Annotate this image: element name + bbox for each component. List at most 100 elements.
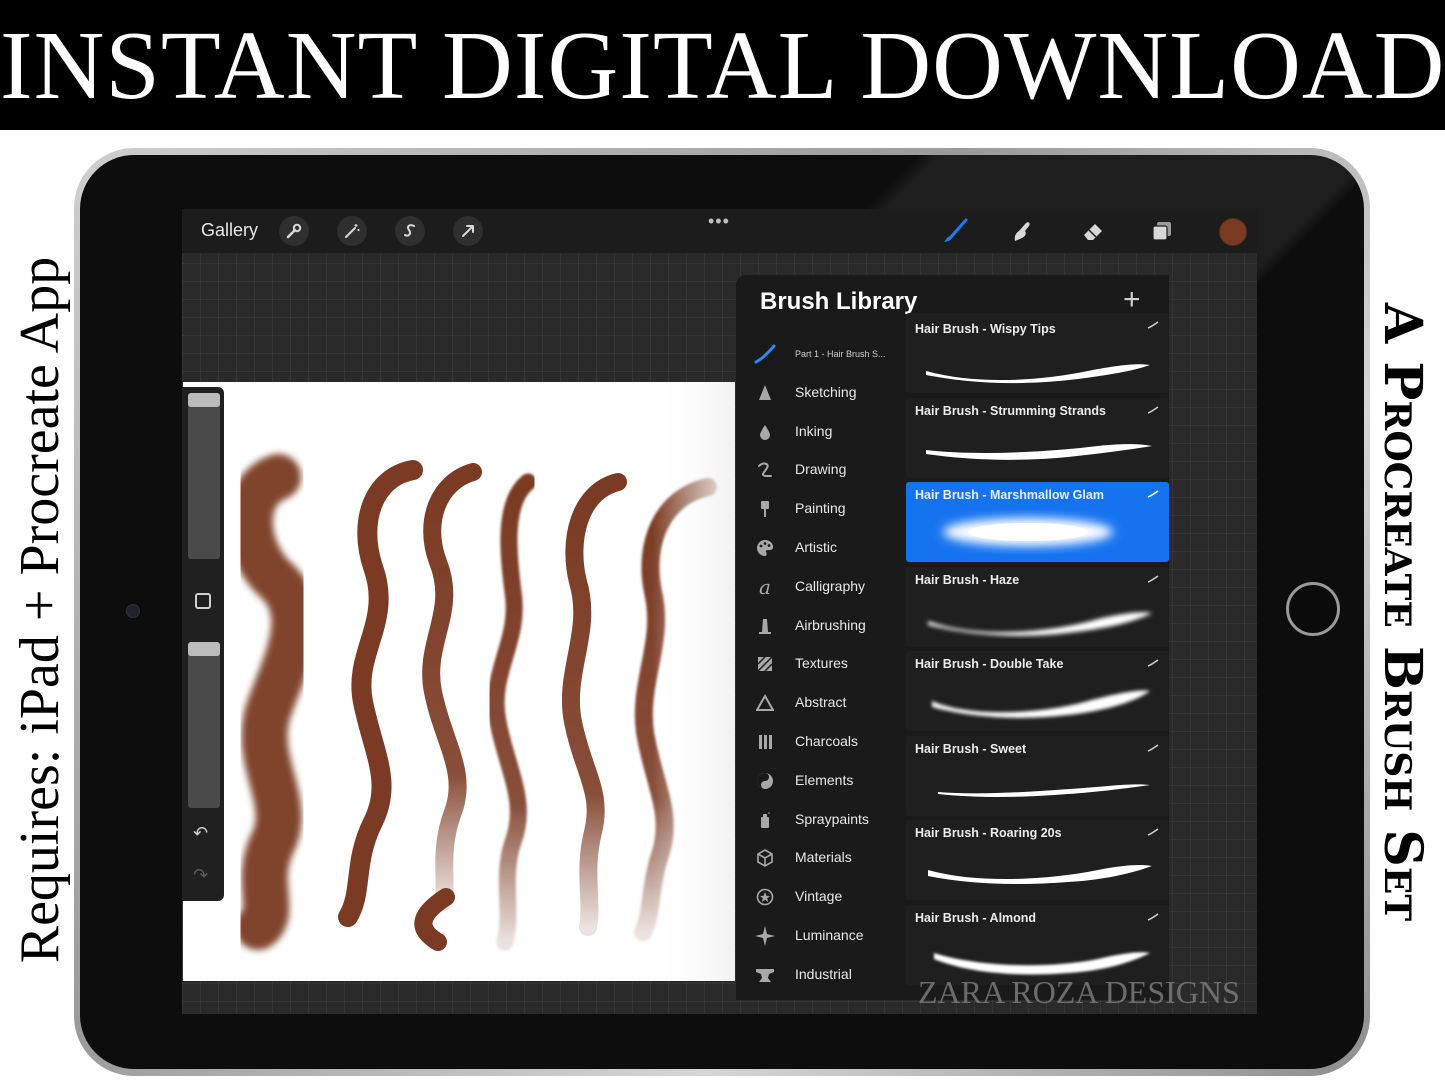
category-label: Luminance: [795, 927, 864, 943]
brush-name: Hair Brush - Marshmallow Glam: [915, 488, 1104, 502]
spray-can-icon: [754, 809, 776, 831]
brush-size-slider[interactable]: [188, 393, 220, 559]
category-item-artistic[interactable]: Artistic: [736, 529, 906, 567]
brush-source-icon: [1147, 828, 1159, 836]
brush-preview: [943, 518, 1113, 546]
brush-preview: [938, 783, 1150, 797]
procreate-screen: Gallery ••• ↶ ↷ Brush Library + Part 1 -…: [182, 209, 1257, 1014]
category-item-charcoals[interactable]: Charcoals: [736, 723, 906, 761]
redo-icon[interactable]: ↷: [193, 865, 208, 886]
drawing-canvas[interactable]: [183, 382, 735, 981]
category-item-inking[interactable]: Inking: [736, 413, 906, 451]
smudge-tool[interactable]: [1008, 216, 1038, 246]
anvil-icon: [754, 964, 776, 986]
opacity-slider[interactable]: [188, 642, 220, 808]
brush-name: Hair Brush - Double Take: [915, 657, 1064, 671]
more-options[interactable]: •••: [708, 211, 730, 232]
modify-button[interactable]: [195, 593, 211, 609]
brush-name: Hair Brush - Strumming Strands: [915, 403, 1106, 418]
category-label: Airbrushing: [795, 616, 866, 633]
brush-list: Hair Brush - Wispy Tips Hair Brush - Str…: [906, 313, 1169, 995]
triangle-icon: [754, 692, 776, 714]
category-item-calligraphy[interactable]: a Calligraphy: [736, 568, 906, 606]
brush-library-panel: Brush Library + Part 1 - Hair Brush S...…: [736, 275, 1169, 1000]
cursor-arrow-icon: [462, 225, 474, 237]
brush-size-thumb[interactable]: [188, 393, 220, 407]
add-brush-button[interactable]: +: [1123, 283, 1141, 317]
category-item-vintage[interactable]: Vintage: [736, 878, 906, 916]
eraser-tool[interactable]: [1078, 216, 1108, 246]
category-label: Part 1 - Hair Brush S...: [795, 349, 886, 359]
watermark: ZARA ROZA DESIGNS: [918, 974, 1240, 1010]
brush-source-icon: [1147, 659, 1159, 667]
category-label: Charcoals: [795, 733, 859, 749]
category-label: Inking: [795, 422, 833, 439]
brush-item-double-take[interactable]: Hair Brush - Double Take: [906, 651, 1169, 731]
brush-item-almond[interactable]: Hair Brush - Almond: [906, 904, 1169, 985]
calligraphy-icon: a: [759, 574, 771, 599]
texture-icon: [754, 653, 776, 675]
brush-source-icon: [1147, 405, 1159, 414]
yin-yang-icon: [754, 770, 776, 792]
layers-tool[interactable]: [1147, 216, 1177, 246]
color-picker[interactable]: [1219, 218, 1247, 246]
category-label: Vintage: [795, 888, 843, 905]
brush-preview: [934, 951, 1150, 974]
brush-name: Hair Brush - Haze: [915, 572, 1020, 587]
paint-brush-icon: [944, 218, 968, 242]
adjustments-button[interactable]: [337, 216, 367, 246]
brush-preview: [932, 690, 1150, 718]
brush-name: Hair Brush - Sweet: [915, 741, 1027, 756]
brush-preview: [928, 865, 1152, 884]
category-item-luminance[interactable]: Luminance: [736, 917, 906, 955]
brush-source-icon: [1147, 490, 1159, 498]
brush-item-sweet[interactable]: Hair Brush - Sweet: [906, 735, 1169, 816]
paint-brush-icon: [754, 498, 776, 520]
category-item-drawing[interactable]: Drawing: [736, 451, 906, 489]
brush-tool[interactable]: [940, 216, 970, 246]
brush-item-wispy-tips[interactable]: Hair Brush - Wispy Tips: [906, 313, 1169, 393]
category-item-sketching[interactable]: Sketching: [736, 374, 906, 412]
category-label: Calligraphy: [795, 577, 866, 594]
selection-s-icon: [404, 224, 415, 237]
sparkle-icon: [754, 925, 776, 947]
requirements-text: Requires: iPad + Procreate App: [9, 256, 71, 964]
brush-item-haze[interactable]: Hair Brush - Haze: [906, 566, 1169, 647]
gallery-button[interactable]: Gallery: [201, 220, 258, 241]
category-item-painting[interactable]: Painting: [736, 490, 906, 528]
category-item-spraypaints[interactable]: Spraypaints: [736, 801, 906, 839]
home-button[interactable]: [1286, 582, 1340, 636]
brush-item-roaring-20s[interactable]: Hair Brush - Roaring 20s: [906, 820, 1169, 900]
opacity-thumb[interactable]: [188, 642, 220, 656]
brush-item-strumming-strands[interactable]: Hair Brush - Strumming Strands: [906, 397, 1169, 478]
brush-preview: [928, 611, 1152, 636]
brush-item-marshmallow-glam[interactable]: Hair Brush - Marshmallow Glam: [906, 482, 1169, 562]
brush-preview: [926, 443, 1152, 460]
selection-button[interactable]: [395, 216, 425, 246]
category-label: Sketching: [795, 383, 857, 400]
undo-icon[interactable]: ↶: [193, 823, 208, 844]
banner-title: INSTANT DIGITAL DOWNLOAD: [0, 12, 1445, 120]
category-label: Painting: [795, 500, 846, 517]
brush-name: Hair Brush - Roaring 20s: [915, 826, 1062, 840]
actions-button[interactable]: [279, 216, 309, 246]
category-label: Materials: [795, 849, 852, 866]
category-label: Abstract: [795, 694, 847, 711]
brush-set-text: A Procreate Brush Set: [1372, 302, 1433, 922]
category-item-abstract[interactable]: Abstract: [736, 684, 906, 722]
category-item-airbrushing[interactable]: Airbrushing: [736, 607, 906, 645]
category-item-materials[interactable]: Materials: [736, 839, 906, 877]
category-item-textures[interactable]: Textures: [736, 645, 906, 683]
palette-icon: [754, 537, 776, 559]
category-label: Elements: [795, 771, 854, 788]
category-label: Spraypaints: [795, 810, 869, 827]
header-banner: INSTANT DIGITAL DOWNLOAD: [0, 0, 1445, 130]
transform-button[interactable]: [453, 216, 483, 246]
brush-stroke-icon: [754, 343, 776, 365]
layers-icon: [1152, 222, 1171, 241]
category-item-elements[interactable]: Elements: [736, 762, 906, 800]
airbrush-icon: [754, 615, 776, 637]
category-item-hair-brush-set[interactable]: Part 1 - Hair Brush S...: [736, 335, 906, 373]
category-item-industrial[interactable]: Industrial: [736, 956, 906, 994]
category-label: Artistic: [795, 539, 837, 555]
